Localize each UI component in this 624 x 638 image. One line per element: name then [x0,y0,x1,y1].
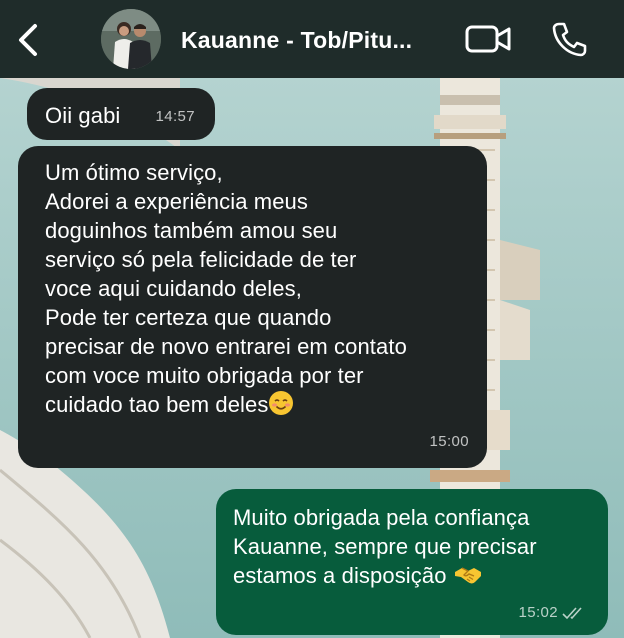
message-bubble-incoming[interactable]: Um ótimo serviço, Adorei a experiência m… [18,146,487,468]
message-meta: 15:02 [518,598,586,627]
phone-icon [552,22,587,57]
message-bubble-incoming[interactable]: Oii gabi 14:57 [27,88,215,140]
message-time: 15:00 [429,433,469,450]
message-bubble-outgoing[interactable]: Muito obrigada pela confiança Kauanne, s… [216,489,608,635]
smiling-face-emoji [269,391,294,415]
message-text: Oii gabi [45,103,121,128]
chat-header: Kauanne - Tob/Pitu... [0,0,624,78]
video-call-button[interactable] [465,24,513,54]
handshake-emoji [454,567,481,584]
message-text: Muito obrigada pela confiança Kauanne, s… [233,505,537,588]
chevron-left-icon [19,24,37,56]
back-button[interactable] [8,18,48,62]
contact-avatar[interactable] [101,9,161,69]
video-camera-icon [465,25,511,53]
contact-name[interactable]: Kauanne - Tob/Pitu... [181,27,412,54]
voice-call-button[interactable] [550,20,588,58]
message-text: Um ótimo serviço, Adorei a experiência m… [45,160,407,417]
double-check-icon [562,606,582,619]
message-time: 14:57 [155,108,195,125]
message-time: 15:02 [518,604,558,621]
avatar-photo [101,9,161,69]
